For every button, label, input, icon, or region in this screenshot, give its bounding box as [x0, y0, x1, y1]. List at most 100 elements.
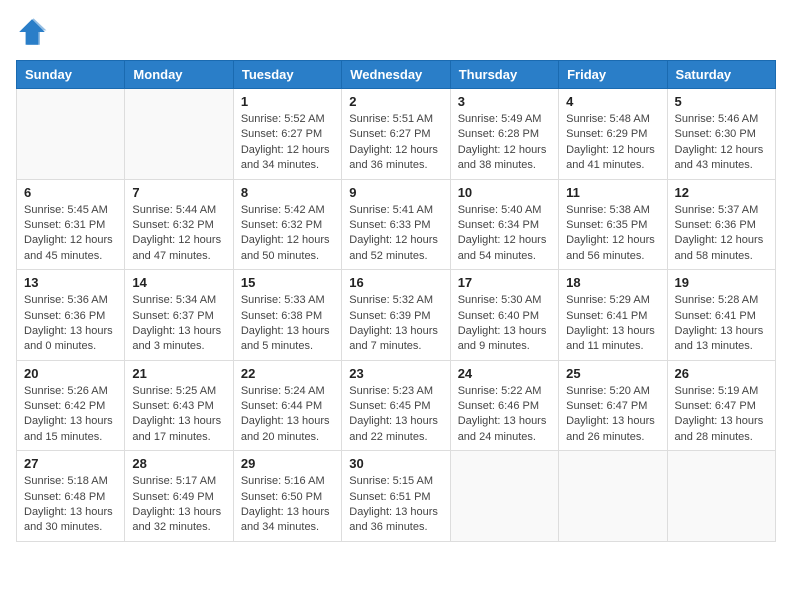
weekday-header-sunday: Sunday [17, 61, 125, 89]
weekday-header-thursday: Thursday [450, 61, 558, 89]
calendar-cell: 16 Sunrise: 5:32 AMSunset: 6:39 PMDayligh… [342, 270, 450, 361]
day-number: 11 [566, 185, 659, 200]
day-info: Sunrise: 5:48 AMSunset: 6:29 PMDaylight:… [566, 112, 659, 174]
calendar-cell: 28Sunrise: 5:17 AMSunset: 6:49 PMDayligh… [125, 451, 233, 542]
day-number: 13 [24, 275, 117, 290]
calendar-cell: 17Sunrise: 5:30 AMSunset: 6:40 PMDayligh… [450, 270, 558, 361]
calendar-cell: 2Sunrise: 5:51 AMSunset: 6:27 PMDaylight… [342, 89, 450, 180]
weekday-header-monday: Monday [125, 61, 233, 89]
week-row-5: 27 Sunrise: 5:18 AMSunset: 6:48 PMDayligh… [17, 451, 776, 542]
calendar-cell: 3 Sunrise: 5:49 AMSunset: 6:28 PMDaylight… [450, 89, 558, 180]
day-info: Sunrise: 5:52 AMSunset: 6:27 PMDaylight:… [241, 112, 334, 174]
calendar-cell [450, 451, 558, 542]
day-info: Sunrise: 5:29 AMSunset: 6:41 PMDaylight:… [566, 293, 659, 355]
week-row-4: 20Sunrise: 5:26 AMSunset: 6:42 PMDayligh… [17, 360, 776, 451]
calendar-cell: 7 Sunrise: 5:44 AMSunset: 6:32 PMDaylight… [125, 179, 233, 270]
day-number: 16 [349, 275, 442, 290]
day-number: 21 [132, 366, 225, 381]
calendar-cell: 24 Sunrise: 5:22 AMSunset: 6:46 PMDayligh… [450, 360, 558, 451]
page-header [16, 16, 776, 48]
day-info: Sunrise: 5:42 AMSunset: 6:32 PMDaylight:… [241, 203, 334, 265]
day-number: 1 [241, 94, 334, 109]
weekday-header-row: SundayMondayTuesdayWednesdayThursdayFrid… [17, 61, 776, 89]
weekday-header-tuesday: Tuesday [233, 61, 341, 89]
day-number: 30 [349, 456, 442, 471]
calendar-cell: 14 Sunrise: 5:34 AMSunset: 6:37 PMDayligh… [125, 270, 233, 361]
day-number: 25 [566, 366, 659, 381]
day-info: Sunrise: 5:36 AMSunset: 6:36 PMDaylight:… [24, 293, 117, 355]
calendar-cell: 25 Sunrise: 5:20 AMSunset: 6:47 PMDayligh… [559, 360, 667, 451]
calendar-cell: 22 Sunrise: 5:24 AMSunset: 6:44 PMDayligh… [233, 360, 341, 451]
calendar-cell [125, 89, 233, 180]
calendar-cell: 21 Sunrise: 5:25 AMSunset: 6:43 PMDayligh… [125, 360, 233, 451]
day-number: 2 [349, 94, 442, 109]
day-info: Sunrise: 5:19 AMSunset: 6:47 PMDaylight:… [675, 384, 768, 446]
calendar-cell [667, 451, 775, 542]
calendar-cell: 23 Sunrise: 5:23 AMSunset: 6:45 PMDayligh… [342, 360, 450, 451]
calendar-cell: 11 Sunrise: 5:38 AMSunset: 6:35 PMDayligh… [559, 179, 667, 270]
calendar-cell: 15 Sunrise: 5:33 AMSunset: 6:38 PMDayligh… [233, 270, 341, 361]
day-info: Sunrise: 5:44 AMSunset: 6:32 PMDaylight:… [132, 203, 225, 265]
day-info: Sunrise: 5:28 AMSunset: 6:41 PMDaylight:… [675, 293, 768, 355]
week-row-3: 13 Sunrise: 5:36 AMSunset: 6:36 PMDayligh… [17, 270, 776, 361]
day-info: Sunrise: 5:46 AMSunset: 6:30 PMDaylight:… [675, 112, 768, 174]
day-info: Sunrise: 5:17 AMSunset: 6:49 PMDaylight:… [132, 474, 225, 536]
day-number: 22 [241, 366, 334, 381]
day-info: Sunrise: 5:18 AMSunset: 6:48 PMDaylight:… [24, 474, 117, 536]
day-info: Sunrise: 5:20 AMSunset: 6:47 PMDaylight:… [566, 384, 659, 446]
day-number: 6 [24, 185, 117, 200]
calendar-cell: 12Sunrise: 5:37 AMSunset: 6:36 PMDayligh… [667, 179, 775, 270]
day-info: Sunrise: 5:24 AMSunset: 6:44 PMDaylight:… [241, 384, 334, 446]
calendar-cell: 9 Sunrise: 5:41 AMSunset: 6:33 PMDaylight… [342, 179, 450, 270]
day-number: 7 [132, 185, 225, 200]
day-number: 4 [566, 94, 659, 109]
day-info: Sunrise: 5:23 AMSunset: 6:45 PMDaylight:… [349, 384, 442, 446]
logo-icon [16, 16, 48, 48]
day-number: 17 [458, 275, 551, 290]
day-number: 9 [349, 185, 442, 200]
calendar-cell: 29 Sunrise: 5:16 AMSunset: 6:50 PMDayligh… [233, 451, 341, 542]
calendar-cell: 4 Sunrise: 5:48 AMSunset: 6:29 PMDaylight… [559, 89, 667, 180]
day-number: 27 [24, 456, 117, 471]
day-number: 29 [241, 456, 334, 471]
day-number: 18 [566, 275, 659, 290]
day-info: Sunrise: 5:40 AMSunset: 6:34 PMDaylight:… [458, 203, 551, 265]
calendar-cell: 20Sunrise: 5:26 AMSunset: 6:42 PMDayligh… [17, 360, 125, 451]
day-number: 3 [458, 94, 551, 109]
calendar-cell: 26 Sunrise: 5:19 AMSunset: 6:47 PMDayligh… [667, 360, 775, 451]
day-info: Sunrise: 5:45 AMSunset: 6:31 PMDaylight:… [24, 203, 117, 265]
calendar-cell: 6 Sunrise: 5:45 AMSunset: 6:31 PMDaylight… [17, 179, 125, 270]
day-info: Sunrise: 5:15 AMSunset: 6:51 PMDaylight:… [349, 474, 442, 536]
day-number: 5 [675, 94, 768, 109]
calendar-cell: 8Sunrise: 5:42 AMSunset: 6:32 PMDaylight… [233, 179, 341, 270]
day-number: 23 [349, 366, 442, 381]
day-number: 14 [132, 275, 225, 290]
calendar-cell: 19 Sunrise: 5:28 AMSunset: 6:41 PMDayligh… [667, 270, 775, 361]
day-info: Sunrise: 5:22 AMSunset: 6:46 PMDaylight:… [458, 384, 551, 446]
day-info: Sunrise: 5:33 AMSunset: 6:38 PMDaylight:… [241, 293, 334, 355]
calendar-cell: 27 Sunrise: 5:18 AMSunset: 6:48 PMDayligh… [17, 451, 125, 542]
weekday-header-wednesday: Wednesday [342, 61, 450, 89]
day-info: Sunrise: 5:38 AMSunset: 6:35 PMDaylight:… [566, 203, 659, 265]
calendar-cell [559, 451, 667, 542]
day-info: Sunrise: 5:16 AMSunset: 6:50 PMDaylight:… [241, 474, 334, 536]
day-info: Sunrise: 5:41 AMSunset: 6:33 PMDaylight:… [349, 203, 442, 265]
weekday-header-friday: Friday [559, 61, 667, 89]
calendar-cell: 1 Sunrise: 5:52 AMSunset: 6:27 PMDaylight… [233, 89, 341, 180]
week-row-1: 1 Sunrise: 5:52 AMSunset: 6:27 PMDaylight… [17, 89, 776, 180]
day-info: Sunrise: 5:34 AMSunset: 6:37 PMDaylight:… [132, 293, 225, 355]
day-info: Sunrise: 5:25 AMSunset: 6:43 PMDaylight:… [132, 384, 225, 446]
calendar-table: SundayMondayTuesdayWednesdayThursdayFrid… [16, 60, 776, 542]
calendar-cell: 10Sunrise: 5:40 AMSunset: 6:34 PMDayligh… [450, 179, 558, 270]
day-number: 15 [241, 275, 334, 290]
calendar-cell [17, 89, 125, 180]
calendar-cell: 18 Sunrise: 5:29 AMSunset: 6:41 PMDayligh… [559, 270, 667, 361]
day-info: Sunrise: 5:37 AMSunset: 6:36 PMDaylight:… [675, 203, 768, 265]
day-number: 24 [458, 366, 551, 381]
calendar-cell: 30 Sunrise: 5:15 AMSunset: 6:51 PMDayligh… [342, 451, 450, 542]
week-row-2: 6 Sunrise: 5:45 AMSunset: 6:31 PMDaylight… [17, 179, 776, 270]
day-number: 19 [675, 275, 768, 290]
day-info: Sunrise: 5:49 AMSunset: 6:28 PMDaylight:… [458, 112, 551, 174]
day-number: 26 [675, 366, 768, 381]
day-info: Sunrise: 5:32 AMSunset: 6:39 PMDaylight:… [349, 293, 442, 355]
